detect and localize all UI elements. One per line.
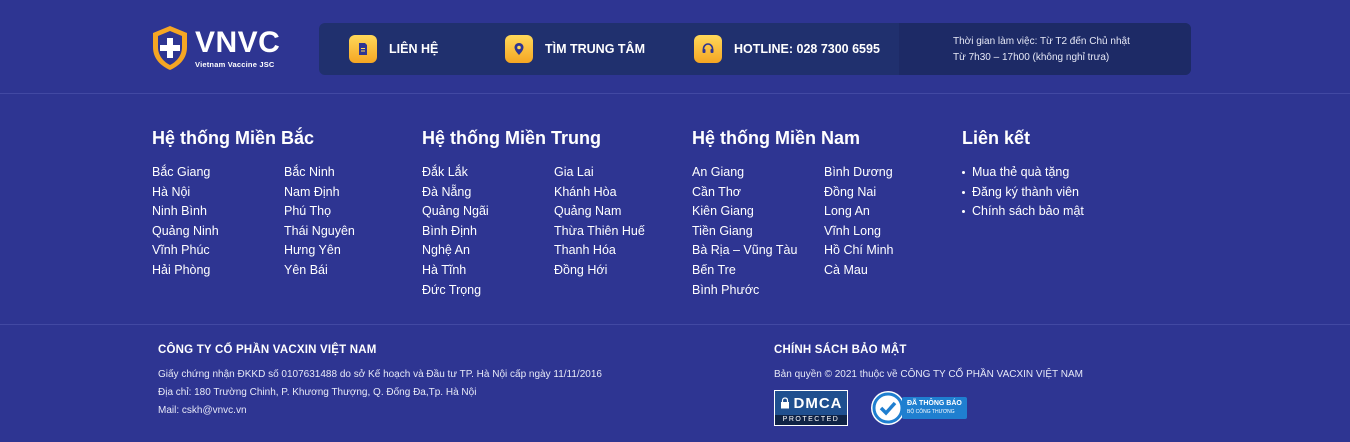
list-item-link[interactable]: Vĩnh Phúc bbox=[152, 241, 284, 261]
list-item-link[interactable]: Khánh Hòa bbox=[554, 183, 686, 203]
list-item-link[interactable]: Bình Dương bbox=[824, 163, 956, 183]
list-item-link[interactable]: Đà Nẵng bbox=[422, 183, 554, 203]
list-item-link[interactable]: Cần Thơ bbox=[692, 183, 824, 203]
list-item-link[interactable]: Thái Nguyên bbox=[284, 222, 416, 242]
list-item-link[interactable]: Quảng Nam bbox=[554, 202, 686, 222]
list-item-link[interactable]: Ninh Bình bbox=[152, 202, 284, 222]
brand-tagline: Vietnam Vaccine JSC bbox=[195, 60, 275, 69]
top-bar: VNVC Vietnam Vaccine JSC LIÊN HỆ TÌM TRU… bbox=[0, 0, 1350, 94]
region-south-title: Hệ thống Miền Nam bbox=[692, 128, 861, 148]
copyright-text: Bản quyền © 2021 thuộc về CÔNG TY CỔ PHẦ… bbox=[774, 369, 1083, 380]
company-license: Giấy chứng nhận ĐKKD số 0107631488 do sở… bbox=[158, 369, 602, 380]
list-item-link[interactable]: Quảng Ninh bbox=[152, 222, 284, 242]
bct-line-2: BỘ CÔNG THƯƠNG bbox=[907, 409, 955, 415]
region-central: Hệ thống Miền Trung Đắk Lắk Đà Nẵng Quảng … bbox=[422, 128, 686, 300]
list-item-link[interactable]: Hồ Chí Minh bbox=[824, 241, 956, 261]
list-item-link[interactable]: Gia Lai bbox=[554, 163, 686, 183]
working-hours: Thời gian làm việc: Từ T2 đến Chủ nhật T… bbox=[899, 23, 1191, 75]
document-icon bbox=[349, 35, 377, 63]
list-item-link[interactable]: Kiên Giang bbox=[692, 202, 824, 222]
list-item-link[interactable]: Long An bbox=[824, 202, 956, 222]
list-item-link[interactable]: Bình Phước bbox=[692, 281, 824, 301]
contact-link[interactable]: LIÊN HỆ bbox=[349, 23, 438, 75]
list-item-link[interactable]: Tiền Giang bbox=[692, 222, 824, 242]
links-list: Mua thẻ quà tặng Đăng ký thành viên Chính … bbox=[962, 163, 1162, 222]
list-item-link[interactable]: An Giang bbox=[692, 163, 824, 183]
list-item-link[interactable]: Hưng Yên bbox=[284, 241, 416, 261]
company-email[interactable]: Mail: cskh@vnvc.vn bbox=[158, 402, 602, 420]
region-north-col1: Bắc Giang Hà Nội Ninh Bình Quảng Ninh Vĩnh P… bbox=[152, 163, 284, 281]
policy-info: CHÍNH SÁCH BẢO MẬT Bản quyền © 2021 thuộ… bbox=[774, 344, 1083, 426]
list-item-link[interactable]: Bà Rịa – Vũng Tàu bbox=[692, 241, 824, 261]
lock-icon bbox=[780, 397, 789, 409]
hours-line-2: Từ 7h30 – 17h00 (không nghỉ trưa) bbox=[953, 52, 1110, 63]
list-item-link[interactable]: Vĩnh Long bbox=[824, 222, 956, 242]
list-item-link[interactable]: Chính sách bảo mật bbox=[962, 202, 1162, 222]
list-item-link[interactable]: Yên Bái bbox=[284, 261, 416, 281]
region-south: Hệ thống Miền Nam An Giang Cần Thơ Kiên Gi… bbox=[692, 128, 956, 300]
brand-name: VNVC bbox=[195, 26, 281, 59]
hotline-link[interactable]: HOTLINE: 028 7300 6595 bbox=[694, 23, 880, 75]
contact-label: LIÊN HỆ bbox=[389, 42, 439, 56]
list-item-link[interactable]: Đồng Nai bbox=[824, 183, 956, 203]
divider bbox=[0, 324, 1350, 325]
list-item-link[interactable]: Quảng Ngãi bbox=[422, 202, 554, 222]
ministry-notified-badge[interactable]: ĐÃ THÔNG BÁO BỘ CÔNG THƯƠNG bbox=[871, 391, 967, 425]
region-north-col2: Bắc Ninh Nam Định Phú Thọ Thái Nguyên Hưng Y… bbox=[284, 163, 416, 281]
company-title: CÔNG TY CỔ PHẦN VACXIN VIỆT NAM bbox=[158, 344, 377, 356]
shield-logo-icon bbox=[153, 26, 187, 70]
list-item-link[interactable]: Cà Mau bbox=[824, 261, 956, 281]
links-section: Liên kết Mua thẻ quà tặng Đăng ký thành v… bbox=[962, 128, 1162, 222]
hotline-label: HOTLINE: 028 7300 6595 bbox=[734, 42, 880, 56]
region-south-col2: Bình Dương Đồng Nai Long An Vĩnh Long Hồ Chí… bbox=[824, 163, 956, 300]
region-central-title: Hệ thống Miền Trung bbox=[422, 128, 601, 148]
list-item-link[interactable]: Phú Thọ bbox=[284, 202, 416, 222]
logo[interactable]: VNVC Vietnam Vaccine JSC bbox=[151, 25, 291, 75]
list-item-link[interactable]: Đắk Lắk bbox=[422, 163, 554, 183]
region-north-title: Hệ thống Miền Bắc bbox=[152, 128, 315, 148]
headset-icon bbox=[694, 35, 722, 63]
region-central-col1: Đắk Lắk Đà Nẵng Quảng Ngãi Bình Định Nghệ An… bbox=[422, 163, 554, 300]
dmca-protected: PROTECTED bbox=[775, 415, 847, 425]
dmca-badge[interactable]: DMCA PROTECTED bbox=[774, 390, 848, 426]
find-center-link[interactable]: TÌM TRUNG TÂM bbox=[505, 23, 645, 75]
checkmark-icon bbox=[871, 391, 905, 425]
policy-title[interactable]: CHÍNH SÁCH BẢO MẬT bbox=[774, 344, 1083, 356]
info-bar: LIÊN HỆ TÌM TRUNG TÂM HOTLINE: 028 7300 … bbox=[319, 23, 1191, 75]
list-item-link[interactable]: Bắc Giang bbox=[152, 163, 284, 183]
list-item-link[interactable]: Mua thẻ quà tặng bbox=[962, 163, 1162, 183]
dmca-text: DMCA bbox=[793, 394, 843, 412]
list-item-link[interactable]: Hải Phòng bbox=[152, 261, 284, 281]
region-north: Hệ thống Miền Bắc Bắc Giang Hà Nội Ninh Bì… bbox=[152, 128, 416, 281]
list-item-link[interactable]: Nghệ An bbox=[422, 241, 554, 261]
bct-line-1: ĐÃ THÔNG BÁO bbox=[907, 400, 962, 407]
company-address: Địa chỉ: 180 Trường Chinh, P. Khương Thư… bbox=[158, 387, 477, 398]
list-item-link[interactable]: Bến Tre bbox=[692, 261, 824, 281]
location-pin-icon bbox=[505, 35, 533, 63]
list-item-link[interactable]: Bình Định bbox=[422, 222, 554, 242]
list-item-link[interactable]: Thừa Thiên Huế bbox=[554, 222, 686, 242]
list-item-link[interactable]: Thanh Hóa bbox=[554, 241, 686, 261]
list-item-link[interactable]: Đức Trọng bbox=[422, 281, 554, 301]
region-central-col2: Gia Lai Khánh Hòa Quảng Nam Thừa Thiên Huế T… bbox=[554, 163, 686, 300]
region-south-col1: An Giang Cần Thơ Kiên Giang Tiền Giang Bà Rị… bbox=[692, 163, 824, 300]
hours-line-1: Thời gian làm việc: Từ T2 đến Chủ nhật bbox=[953, 36, 1130, 47]
list-item-link[interactable]: Hà Tĩnh bbox=[422, 261, 554, 281]
list-item-link[interactable]: Hà Nội bbox=[152, 183, 284, 203]
links-title: Liên kết bbox=[962, 128, 1031, 148]
list-item-link[interactable]: Đăng ký thành viên bbox=[962, 183, 1162, 203]
find-center-label: TÌM TRUNG TÂM bbox=[545, 42, 645, 56]
list-item-link[interactable]: Bắc Ninh bbox=[284, 163, 416, 183]
company-info: CÔNG TY CỔ PHẦN VACXIN VIỆT NAM Giấy chứ… bbox=[158, 344, 602, 420]
list-item-link[interactable]: Đồng Hới bbox=[554, 261, 686, 281]
list-item-link[interactable]: Nam Định bbox=[284, 183, 416, 203]
